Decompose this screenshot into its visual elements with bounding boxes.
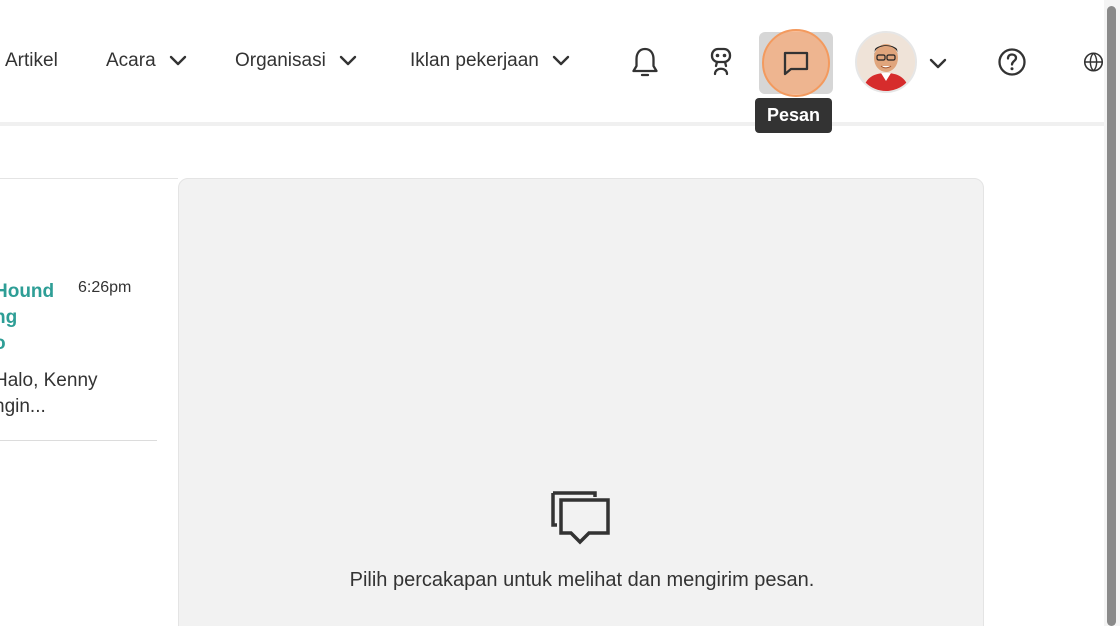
conversation-preview-line: ngin... <box>0 396 46 417</box>
top-navigation: Artikel Acara Organisasi Iklan pekerjaan <box>0 0 1104 133</box>
conversation-icon <box>551 491 610 545</box>
conversation-time: 6:26pm <box>78 279 132 296</box>
chevron-down-icon <box>169 55 186 66</box>
messages-tooltip: Pesan <box>755 98 832 133</box>
bell-icon <box>632 47 658 77</box>
robot-icon <box>710 47 732 76</box>
nav-dropdown-iklan-pekerjaan[interactable]: Iklan pekerjaan <box>410 50 571 72</box>
page-scrollbar[interactable] <box>1104 0 1120 626</box>
conversation-sender-line: Hound <box>0 281 55 302</box>
nav-label-acara: Acara <box>106 50 156 71</box>
notifications-button[interactable] <box>617 34 673 90</box>
message-pane: Pilih percakapan untuk melihat dan mengi… <box>178 178 984 626</box>
conversation-sender-line: o <box>0 331 58 357</box>
conversation-preview-line: Halo, Kenny <box>0 370 98 391</box>
nav-label-organisasi: Organisasi <box>235 50 326 71</box>
globe-icon <box>1083 52 1104 72</box>
nav-dropdown-organisasi[interactable]: Organisasi <box>235 50 358 72</box>
scrollbar-thumb[interactable] <box>1107 6 1116 626</box>
language-button[interactable] <box>1068 34 1104 90</box>
help-button[interactable] <box>984 34 1040 90</box>
empty-state-message: Pilih percakapan untuk melihat dan mengi… <box>349 569 815 591</box>
conversation-sender-line: ng <box>0 307 18 328</box>
nav-label-artikel: Artikel <box>5 50 58 71</box>
messages-click-highlight <box>762 29 830 97</box>
conversation-list: Hound ng o 6:26pm Halo, Kenny ngin... <box>0 178 178 626</box>
conversation-item[interactable]: Hound ng o 6:26pm Halo, Kenny ngin... <box>0 269 157 441</box>
nav-dropdown-acara[interactable]: Acara <box>106 50 188 72</box>
chevron-down-icon <box>339 55 357 66</box>
help-circle-icon <box>998 48 1026 76</box>
user-avatar[interactable] <box>855 31 917 93</box>
nav-label-iklan-pekerjaan: Iklan pekerjaan <box>410 50 539 71</box>
chevron-down-icon <box>552 55 570 66</box>
nav-link-artikel[interactable]: Artikel <box>5 50 58 72</box>
page-root: Artikel Acara Organisasi Iklan pekerjaan <box>0 0 1120 626</box>
conversation-preview: Halo, Kenny ngin... <box>0 368 104 420</box>
chat-bubble-icon <box>783 51 809 76</box>
chevron-down-icon[interactable] <box>927 52 949 74</box>
avatar-photo <box>857 33 915 91</box>
assistant-button[interactable] <box>693 34 749 90</box>
conversation-sender: Hound ng o <box>0 279 58 357</box>
